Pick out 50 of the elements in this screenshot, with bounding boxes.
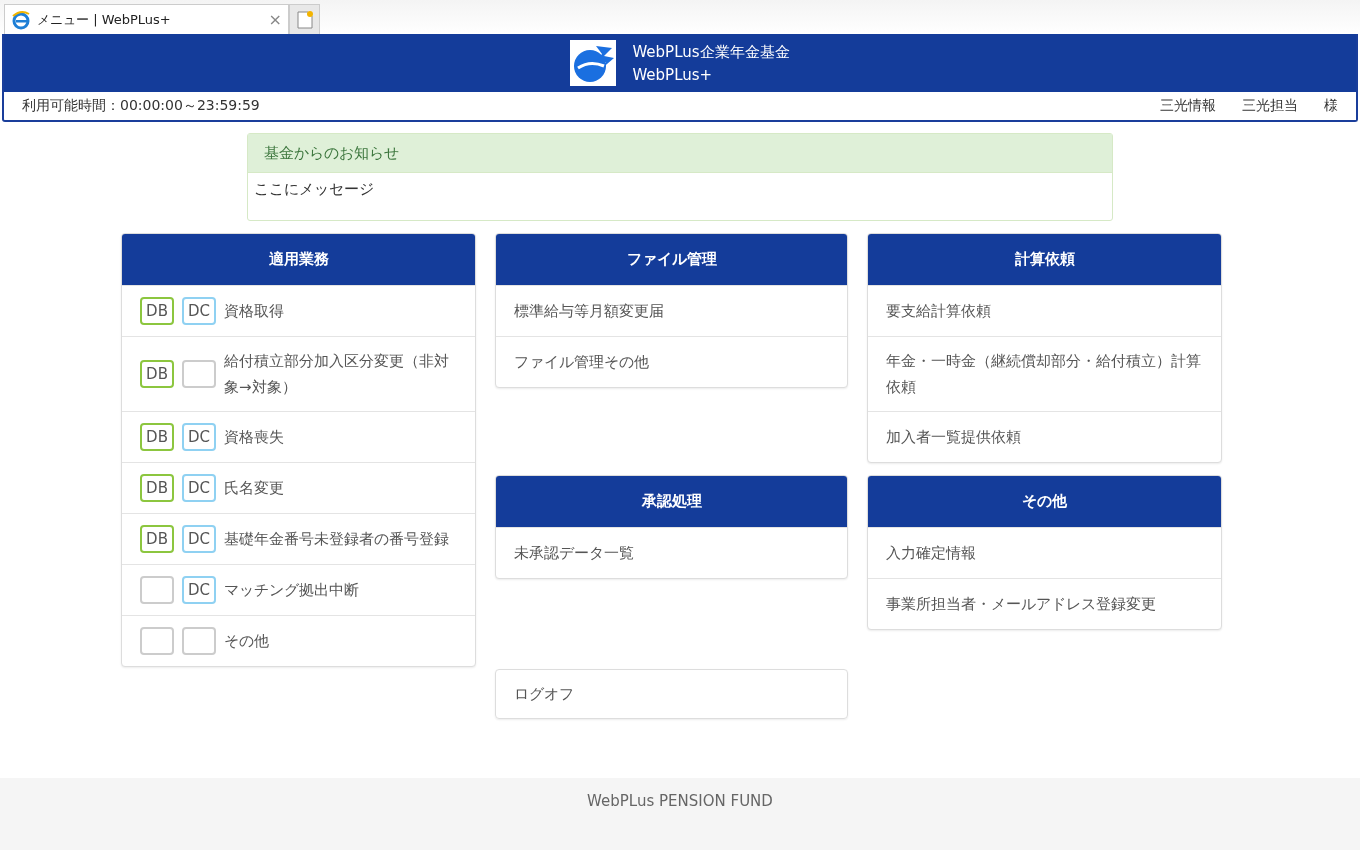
close-tab-button[interactable]: × (268, 10, 282, 29)
honorific: 様 (1324, 97, 1338, 115)
menu-link[interactable]: 基礎年金番号未登録者の番号登録 (224, 526, 449, 552)
company-name: 三光情報 (1160, 97, 1216, 115)
plan-badge: DB (140, 297, 174, 325)
available-hours: 利用可能時間：00:00:00～23:59:59 (22, 97, 261, 115)
menu-link[interactable]: 加入者一覧提供依頼 (886, 424, 1021, 450)
menu-link[interactable]: ファイル管理その他 (514, 349, 649, 375)
menu-link[interactable]: 未承認データ一覧 (514, 540, 634, 566)
new-tab-icon (295, 9, 314, 30)
panel-header: 計算依頼 (868, 234, 1221, 285)
footer-text: WebPLus PENSION FUND (587, 792, 773, 812)
menu-link[interactable]: マッチング拠出中断 (224, 577, 359, 603)
site-title: WebPLus企業年金基金 (632, 42, 790, 62)
menu-link[interactable]: 氏名変更 (224, 475, 284, 501)
empty-badge (182, 627, 216, 655)
browser-icon (11, 9, 31, 30)
menu-link[interactable]: 給付積立部分加入区分変更（非対象→対象） (224, 348, 457, 400)
menu-link[interactable]: 入力確定情報 (886, 540, 976, 566)
panel-header: ファイル管理 (496, 234, 847, 285)
plan-badge: DC (182, 297, 216, 325)
plan-badge: DB (140, 423, 174, 451)
panel-header: 適用業務 (122, 234, 475, 285)
menu-link[interactable]: 事業所担当者・メールアドレス登録変更 (886, 591, 1156, 617)
plan-badge: DB (140, 525, 174, 553)
plan-badge: DC (182, 525, 216, 553)
empty-badge (140, 576, 174, 604)
menu-link[interactable]: 資格取得 (224, 298, 284, 324)
empty-badge (140, 627, 174, 655)
panel-header: 承認処理 (496, 476, 847, 527)
notice-message: ここにメッセージ (254, 180, 374, 198)
menu-link[interactable]: 要支給計算依頼 (886, 298, 991, 324)
panel-header: その他 (868, 476, 1221, 527)
menu-link[interactable]: 標準給与等月額変更届 (514, 298, 664, 324)
notice-title: 基金からのお知らせ (264, 143, 399, 163)
plan-badge: DB (140, 360, 174, 388)
menu-link[interactable]: その他 (224, 628, 269, 654)
plan-badge: DC (182, 576, 216, 604)
logoff-button[interactable]: ログオフ (495, 669, 848, 719)
plan-badge: DC (182, 423, 216, 451)
plan-badge: DB (140, 474, 174, 502)
browser-tab[interactable]: メニュー | WebPLus+ × (4, 4, 289, 34)
site-subtitle: WebPLus+ (632, 65, 714, 84)
empty-badge (182, 360, 216, 388)
logo-icon (570, 40, 617, 86)
plan-badge: DC (182, 474, 216, 502)
menu-link[interactable]: 年金・一時金（継続償却部分・給付積立）計算依頼 (886, 348, 1203, 400)
new-tab-button[interactable] (289, 4, 320, 34)
menu-link[interactable]: 資格喪失 (224, 424, 284, 450)
user-name: 三光担当 (1242, 97, 1298, 115)
